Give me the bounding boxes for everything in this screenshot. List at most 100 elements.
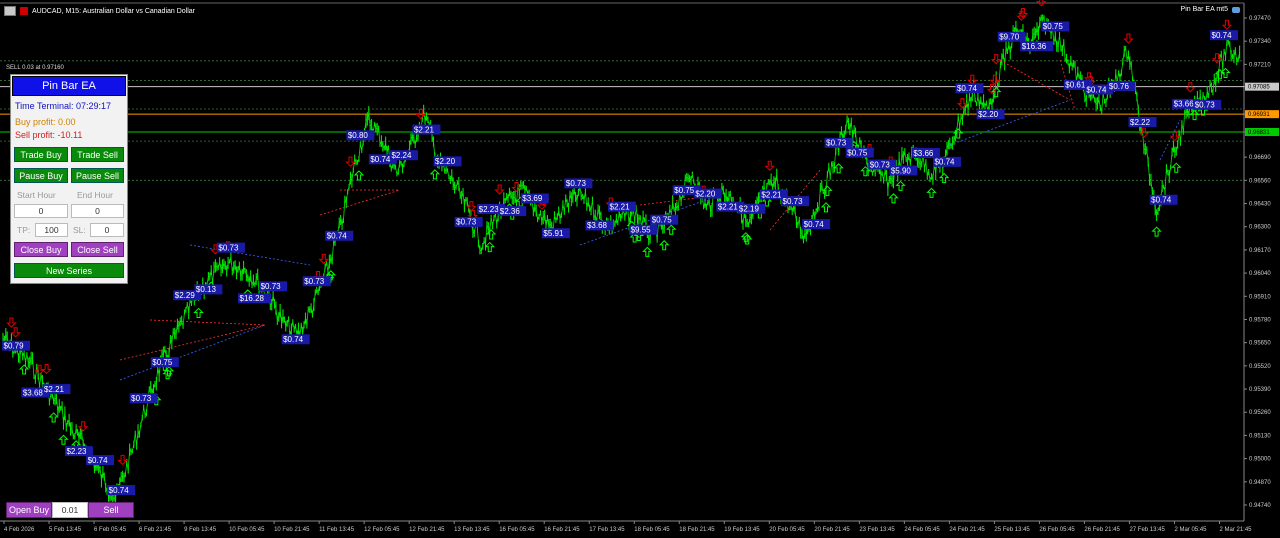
x-tick-label: 18 Feb 21:45	[679, 527, 715, 533]
y-tick-label: 0.94870	[1249, 480, 1271, 486]
profit-label: $0.73	[131, 394, 152, 403]
x-tick-label: 13 Feb 13:45	[454, 527, 490, 533]
ea-indicator[interactable]: Pin Bar EA mt5	[1181, 6, 1240, 13]
chart-title-bar: AUDCAD, M15: Australian Dollar vs Canadi…	[4, 4, 195, 18]
profit-label: $2.21	[414, 125, 435, 134]
profit-label: $0.74	[1151, 196, 1172, 205]
profit-label: $0.74	[957, 84, 978, 93]
profit-label: $0.13	[196, 285, 217, 294]
ea-label: Pin Bar EA mt5	[1180, 6, 1228, 13]
price-tag-label: 0.97085	[1248, 85, 1270, 91]
profit-label: $0.79	[4, 341, 25, 350]
chart-title: AUDCAD, M15: Australian Dollar vs Canadi…	[32, 7, 196, 15]
x-tick-label: 6 Feb 05:45	[94, 527, 127, 533]
x-tick-label: 11 Feb 13:45	[319, 527, 355, 533]
profit-label: $3.68	[23, 388, 44, 397]
profit-label: $0.74	[109, 486, 130, 495]
x-tick-label: 2 Mar 05:45	[1174, 527, 1207, 533]
tp-input[interactable]: 100	[35, 223, 68, 237]
profit-label: $0.73	[218, 243, 239, 252]
profit-label: $2.19	[739, 205, 760, 214]
tp-label: TP:	[17, 225, 31, 235]
y-tick-label: 0.95780	[1249, 317, 1271, 323]
profit-label: $0.74	[327, 232, 348, 241]
x-tick-label: 26 Feb 05:45	[1039, 527, 1075, 533]
profit-label: $2.21	[44, 385, 65, 394]
profit-label: $0.73	[456, 218, 477, 227]
new-series-button[interactable]: New Series	[14, 263, 124, 278]
y-tick-label: 0.96430	[1249, 202, 1271, 208]
pause-buy-button[interactable]: Pause Buy	[14, 168, 68, 183]
profit-label: $0.73	[870, 160, 891, 169]
profit-label: $0.75	[1043, 22, 1064, 31]
profit-label: $2.21	[610, 202, 631, 211]
close-sell-button[interactable]: Close Sell	[71, 242, 124, 257]
graduation-hat-icon	[1232, 6, 1240, 13]
y-tick-label: 0.95910	[1249, 294, 1271, 300]
start-hour-label: Start Hour	[17, 190, 56, 200]
profit-label: $5.91	[543, 229, 564, 238]
profit-label: $0.74	[934, 158, 955, 167]
x-tick-label: 10 Feb 21:45	[274, 527, 310, 533]
x-tick-label: 26 Feb 21:45	[1084, 527, 1120, 533]
profit-label: $2.23	[66, 447, 87, 456]
profit-label: $2.22	[1130, 118, 1151, 127]
pause-sell-button[interactable]: Pause Sell	[71, 168, 124, 183]
profit-label: $0.74	[1086, 85, 1107, 94]
open-buy-button[interactable]: Open Buy	[6, 502, 52, 518]
profit-label: $0.75	[847, 148, 868, 157]
trade-buy-button[interactable]: Trade Buy	[14, 147, 68, 162]
profit-label: $16.36	[1022, 42, 1047, 51]
profit-label: $0.73	[261, 282, 282, 291]
profit-label: $9.70	[999, 33, 1020, 42]
end-hour-input[interactable]: 0	[71, 204, 124, 218]
profit-label: $2.20	[978, 110, 999, 119]
y-tick-label: 0.95260	[1249, 410, 1271, 416]
chart-window-icon	[4, 6, 16, 16]
x-tick-label: 16 Feb 21:45	[544, 527, 580, 533]
profit-label: $0.74	[88, 456, 109, 465]
profit-label: $0.76	[1109, 82, 1130, 91]
profit-label: $2.29	[175, 291, 196, 300]
profit-label: $0.73	[304, 277, 325, 286]
y-tick-label: 0.95650	[1249, 341, 1271, 347]
x-tick-label: 18 Feb 05:45	[634, 527, 670, 533]
y-tick-label: 0.96040	[1249, 271, 1271, 277]
x-tick-label: 25 Feb 13:45	[994, 527, 1030, 533]
profit-label: $2.23	[479, 205, 500, 214]
x-tick-label: 24 Feb 05:45	[904, 527, 940, 533]
x-tick-label: 23 Feb 13:45	[859, 527, 895, 533]
ea-control-panel: Pin Bar EA Time Terminal: 07:29:17 Buy p…	[10, 74, 128, 284]
profit-label: $0.75	[674, 186, 695, 195]
y-tick-label: 0.97470	[1249, 16, 1271, 22]
trade-sell-button[interactable]: Trade Sell	[71, 147, 124, 162]
profit-label: $5.90	[891, 166, 912, 175]
x-tick-label: 12 Feb 21:45	[409, 527, 445, 533]
profit-label: $0.73	[566, 179, 587, 188]
sl-input[interactable]: 0	[90, 223, 124, 237]
profit-label: $0.74	[1212, 31, 1233, 40]
y-tick-label: 0.96300	[1249, 225, 1271, 231]
price-chart[interactable]: 0.97470 0.97340 0.97210 0.97085 0.96931 0.968…	[0, 0, 1280, 538]
profit-label: $0.73	[783, 197, 804, 206]
profit-label: $9.55	[631, 226, 652, 235]
profit-label: $3.69	[522, 194, 543, 203]
profit-label: $2.36	[500, 207, 521, 216]
time-terminal: Time Terminal: 07:29:17	[15, 101, 112, 111]
x-tick-label: 20 Feb 05:45	[769, 527, 805, 533]
profit-label: $0.80	[348, 131, 369, 140]
close-buy-button[interactable]: Close Buy	[14, 242, 68, 257]
profit-label: $0.61	[1065, 81, 1086, 90]
y-tick-label: 0.96560	[1249, 178, 1271, 184]
x-tick-label: 5 Feb 13:45	[49, 527, 82, 533]
lot-input[interactable]: 0.01	[52, 502, 88, 518]
y-tick-label: 0.94740	[1249, 503, 1271, 509]
open-sell-button[interactable]: Sell	[88, 502, 134, 518]
y-tick-label: 0.96170	[1249, 248, 1271, 254]
x-tick-label: 17 Feb 13:45	[589, 527, 625, 533]
y-tick-label: 0.97340	[1249, 39, 1271, 45]
profit-label: $0.74	[804, 220, 825, 229]
start-hour-input[interactable]: 0	[14, 204, 68, 218]
y-tick-label: 0.96690	[1249, 155, 1271, 161]
x-tick-label: 4 Feb 2026	[4, 527, 35, 533]
